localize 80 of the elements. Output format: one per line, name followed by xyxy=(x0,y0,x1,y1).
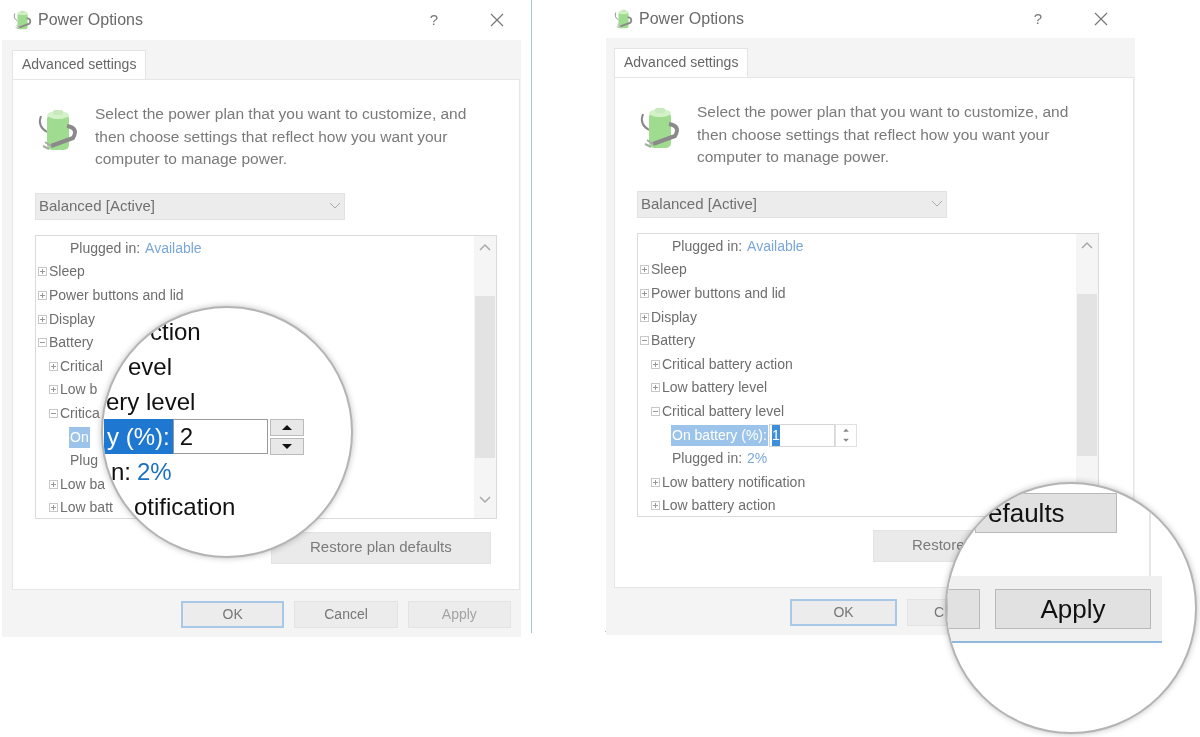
chevron-down-icon xyxy=(329,202,341,210)
expand-icon[interactable] xyxy=(651,383,660,393)
power-plug-icon xyxy=(613,8,635,30)
expand-icon[interactable] xyxy=(38,267,47,277)
tree-item[interactable]: Low battery level xyxy=(662,377,768,399)
tree-item[interactable]: Sleep xyxy=(651,259,687,281)
close-icon[interactable] xyxy=(1094,12,1108,26)
tree-item[interactable]: Battery xyxy=(651,330,696,352)
plan-dropdown[interactable]: Balanced [Active] xyxy=(35,192,345,220)
expand-icon[interactable] xyxy=(38,291,47,300)
tree-item[interactable]: Low battery action xyxy=(662,495,776,516)
tree-item[interactable]: Low ba xyxy=(60,473,106,495)
expand-icon[interactable] xyxy=(49,361,58,371)
spinner[interactable] xyxy=(834,423,857,447)
scroll-up-icon[interactable] xyxy=(479,241,491,252)
tree-item[interactable]: Power buttons and lid xyxy=(49,285,184,306)
close-icon[interactable] xyxy=(490,13,504,27)
setting-label: Plugged in: xyxy=(672,236,743,256)
tree-item[interactable]: Display xyxy=(651,306,697,328)
expand-icon[interactable] xyxy=(640,312,649,322)
description-text: Select the power plan that you want to customize, and then choose settings that reflect how you want your computer to manage power. xyxy=(95,104,468,169)
tree-item[interactable]: Power buttons and lid xyxy=(651,283,786,304)
tree-item[interactable]: Battery xyxy=(49,332,94,354)
help-button[interactable]: ? xyxy=(1033,7,1042,31)
tree-item[interactable]: Critical battery level xyxy=(662,400,785,422)
scrollbar-thumb[interactable] xyxy=(1077,293,1097,456)
tree-item[interactable]: evel xyxy=(128,348,173,385)
tab[interactable]: Advanced settings xyxy=(12,50,147,79)
number-field[interactable]: 1 xyxy=(768,423,835,447)
help-button[interactable]: ? xyxy=(429,8,438,32)
dialog-button[interactable]: OK xyxy=(790,599,897,626)
tree-item[interactable]: Critical xyxy=(60,355,103,377)
expand-icon[interactable] xyxy=(38,314,47,324)
tree-item[interactable]: Low battery notification xyxy=(662,471,806,493)
setting-value[interactable]: 2% xyxy=(137,453,172,490)
window-title: Power Options xyxy=(38,10,143,30)
setting-label: Plugged in: xyxy=(672,449,743,469)
tree-item[interactable]: ery level xyxy=(106,383,196,420)
collapse-icon[interactable] xyxy=(651,406,660,416)
power-plug-icon xyxy=(12,9,34,31)
tree-item[interactable]: Critical battery action xyxy=(662,353,793,375)
scrollbar-thumb[interactable] xyxy=(475,295,495,458)
setting-label: On xyxy=(69,426,90,448)
dialog-button[interactable]: OK xyxy=(181,601,285,628)
collapse-icon[interactable] xyxy=(640,336,649,346)
tree-item[interactable]: Sleep xyxy=(49,261,85,283)
tab[interactable]: Advanced settings xyxy=(614,48,749,77)
tree-item[interactable]: otification xyxy=(134,488,236,525)
expand-icon[interactable] xyxy=(640,289,649,298)
cancel-button[interactable] xyxy=(947,589,980,629)
spin-down-button[interactable] xyxy=(269,437,304,455)
setting-label: On battery (%): xyxy=(671,424,768,446)
tree-item[interactable]: Critica xyxy=(60,402,100,424)
dialog-button[interactable]: Cancel xyxy=(294,601,398,628)
scroll-up-icon[interactable] xyxy=(1081,239,1093,250)
expand-icon[interactable] xyxy=(49,385,58,395)
chevron-down-icon xyxy=(931,200,943,208)
expand-icon[interactable] xyxy=(49,503,58,513)
setting-label: Plugged in: xyxy=(70,238,141,258)
tree-item[interactable]: Low b xyxy=(60,379,98,401)
expand-icon[interactable] xyxy=(640,265,649,275)
expand-icon[interactable] xyxy=(651,501,660,511)
setting-label: n: xyxy=(111,456,131,487)
setting-label: y (%): xyxy=(104,419,173,454)
tree-item[interactable]: Display xyxy=(49,308,95,330)
plan-dropdown[interactable]: Balanced [Active] xyxy=(637,190,947,218)
scrollbar[interactable] xyxy=(474,235,496,518)
collapse-icon[interactable] xyxy=(49,408,58,418)
number-field[interactable]: 2 xyxy=(172,419,268,454)
scroll-down-icon[interactable] xyxy=(479,494,491,505)
spin-up-button[interactable] xyxy=(269,418,304,436)
apply-button[interactable]: Apply xyxy=(995,589,1151,629)
collapse-icon[interactable] xyxy=(38,338,47,348)
description-text: Select the power plan that you want to customize, and then choose settings that reflect how you want your computer to manage power. xyxy=(697,102,1070,167)
expand-icon[interactable] xyxy=(651,477,660,487)
restore-defaults-button[interactable]: Restore plan defaults xyxy=(271,531,491,564)
expand-icon[interactable] xyxy=(49,479,58,489)
expand-icon[interactable] xyxy=(651,359,660,369)
setting-label: Plug xyxy=(70,451,99,471)
window-title: Power Options xyxy=(639,9,744,29)
